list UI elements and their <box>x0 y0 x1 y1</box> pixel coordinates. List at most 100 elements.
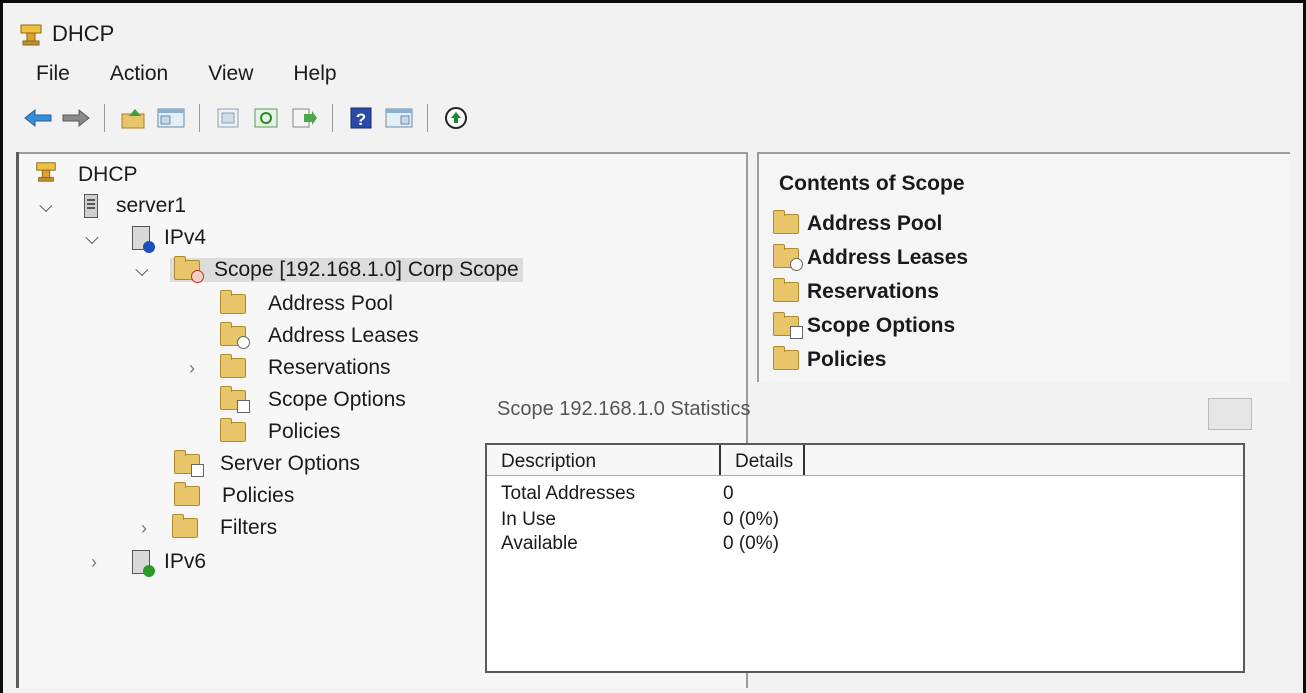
menu-help[interactable]: Help <box>293 62 336 86</box>
tree-label: Server Options <box>220 452 361 475</box>
stats-header: Description Details <box>487 445 1243 476</box>
contents-label: Address Pool <box>807 212 943 235</box>
window-title: DHCP <box>52 21 115 46</box>
row-description: Available <box>501 533 578 554</box>
toolbar-separator <box>199 104 200 132</box>
contents-item-scope-options[interactable]: Scope Options <box>773 312 956 339</box>
policies-icon <box>773 346 799 370</box>
scope-options-icon <box>773 312 803 339</box>
contents-pane: Contents of Scope Address Pool Address L… <box>757 152 1290 382</box>
tree-label: Scope [192.168.1.0] Corp Scope <box>214 258 519 281</box>
stats-title: Scope 192.168.1.0 Statistics <box>497 398 751 420</box>
tree-label: Scope Options <box>268 388 406 411</box>
contents-item-address-pool[interactable]: Address Pool <box>773 210 943 236</box>
tree-item-ipv4[interactable]: ⌵ IPv4 <box>82 226 207 253</box>
server-icon <box>84 194 98 218</box>
row-details: 0 <box>723 483 734 504</box>
reservations-icon <box>773 278 799 302</box>
tree-item-ipv4-policies[interactable]: Policies <box>174 482 295 508</box>
up-folder-icon[interactable] <box>117 102 149 134</box>
policies-icon <box>174 482 200 506</box>
filters-icon <box>172 514 198 538</box>
tree-label: Filters <box>220 516 278 539</box>
tree-label: IPv6 <box>164 550 207 573</box>
tree-item-scope-policies[interactable]: Policies <box>220 418 341 444</box>
chevron-down-icon[interactable]: ⌵ <box>36 196 56 217</box>
chevron-right-icon[interactable]: › <box>182 358 202 379</box>
scope-options-icon <box>220 386 250 413</box>
toolbar-separator <box>104 104 105 132</box>
stats-table: Description Details Total Addresses 0 In… <box>485 443 1245 673</box>
title-bar: DHCP <box>18 14 114 54</box>
tree-item-address-pool[interactable]: Address Pool <box>220 290 393 316</box>
address-pool-icon <box>773 210 799 234</box>
properties-icon[interactable] <box>212 102 244 134</box>
refresh-icon[interactable] <box>250 102 282 134</box>
contents-label: Policies <box>807 348 887 371</box>
tree-label: Policies <box>268 420 341 443</box>
tree-selection: Scope [192.168.1.0] Corp Scope <box>170 256 523 283</box>
chevron-right-icon[interactable]: › <box>134 518 154 539</box>
tree-label: DHCP <box>78 163 138 186</box>
ipv4-icon <box>132 226 155 253</box>
policies-icon <box>220 418 246 442</box>
row-details: 0 (0%) <box>723 533 779 554</box>
contents-title: Contents of Scope <box>779 172 965 195</box>
row-description: Total Addresses <box>501 483 636 504</box>
menu-file[interactable]: File <box>36 62 70 86</box>
address-leases-icon <box>220 322 250 349</box>
toolbar-separator <box>332 104 333 132</box>
chevron-down-icon[interactable]: ⌵ <box>132 260 152 281</box>
tree-item-dhcp[interactable]: DHCP <box>34 160 138 190</box>
table-row: In Use 0 (0%) <box>501 509 779 531</box>
tree-item-server[interactable]: ⌵ server1 <box>36 194 186 218</box>
show-hide-tree-icon[interactable] <box>155 102 187 134</box>
ipv6-icon <box>132 550 155 577</box>
chevron-down-icon[interactable]: ⌵ <box>82 228 102 249</box>
grid-icon <box>1208 398 1252 430</box>
tree-item-scope-options[interactable]: Scope Options <box>220 386 406 413</box>
tree-label: Address Leases <box>268 324 419 347</box>
menu-action[interactable]: Action <box>110 62 168 86</box>
show-hide-action-pane-icon[interactable] <box>383 102 415 134</box>
tree-label: Address Pool <box>268 292 393 315</box>
tree-item-scope[interactable]: ⌵ Scope [192.168.1.0] Corp Scope <box>132 256 523 283</box>
tree-item-address-leases[interactable]: Address Leases <box>220 322 419 349</box>
scope-folder-icon <box>174 256 204 283</box>
chevron-right-icon[interactable]: › <box>84 552 104 573</box>
dhcp-icon <box>34 160 58 190</box>
address-leases-icon <box>773 244 803 271</box>
column-header-description[interactable]: Description <box>487 445 721 475</box>
tree-item-server-options[interactable]: Server Options <box>174 450 361 477</box>
address-pool-icon <box>220 290 246 314</box>
tree-label: IPv4 <box>164 226 207 249</box>
export-list-icon[interactable] <box>288 102 320 134</box>
tree-item-reservations[interactable]: › Reservations <box>182 354 391 380</box>
contents-label: Reservations <box>807 280 939 303</box>
menu-bar: File Action View Help <box>36 62 337 86</box>
toolbar: ? <box>22 100 472 136</box>
tree-label: Reservations <box>268 356 391 379</box>
menu-view[interactable]: View <box>208 62 253 86</box>
contents-label: Address Leases <box>807 246 969 269</box>
tree-label: Policies <box>222 484 295 507</box>
row-description: In Use <box>501 509 556 530</box>
svg-text:?: ? <box>356 110 366 129</box>
forward-arrow-icon[interactable] <box>60 102 92 134</box>
tree-item-ipv6[interactable]: › IPv6 <box>84 550 207 577</box>
contents-item-reservations[interactable]: Reservations <box>773 278 939 304</box>
pane-edge <box>16 152 19 688</box>
contents-item-policies[interactable]: Policies <box>773 346 887 372</box>
tree-label: server1 <box>116 194 187 217</box>
table-row: Available 0 (0%) <box>501 533 779 555</box>
reservations-icon <box>220 354 246 378</box>
contents-label: Scope Options <box>807 314 956 337</box>
help-icon[interactable]: ? <box>345 102 377 134</box>
contents-item-address-leases[interactable]: Address Leases <box>773 244 969 271</box>
back-arrow-icon[interactable] <box>22 102 54 134</box>
activate-icon[interactable] <box>440 102 472 134</box>
toolbar-separator <box>427 104 428 132</box>
server-options-icon <box>174 450 204 477</box>
tree-item-filters[interactable]: › Filters <box>134 514 278 540</box>
column-header-details[interactable]: Details <box>721 445 805 475</box>
